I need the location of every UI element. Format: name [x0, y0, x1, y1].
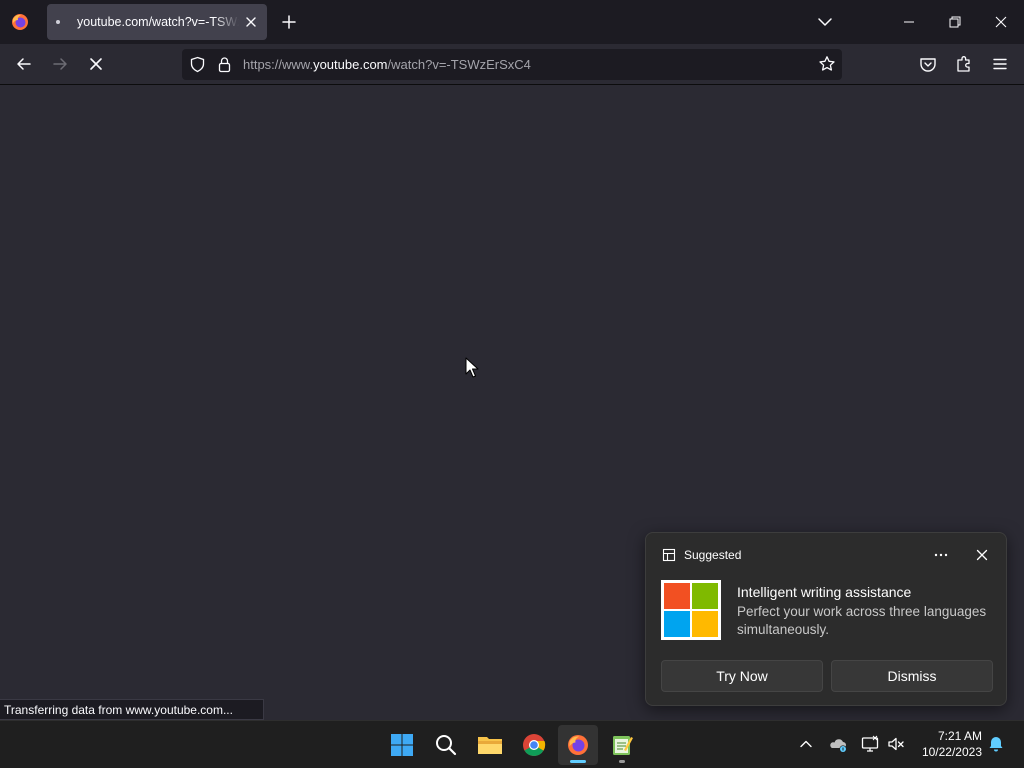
tracking-protection-shield-icon[interactable] — [189, 56, 206, 73]
close-window-icon[interactable] — [990, 12, 1012, 32]
search-icon — [436, 735, 457, 756]
firefox-menu-icon[interactable] — [10, 12, 30, 32]
notepad-icon — [613, 736, 633, 755]
url-path: /watch?v=-TSWzErSxC4 — [387, 57, 531, 72]
close-notification-icon[interactable] — [972, 545, 992, 565]
active-app-indicator — [570, 760, 586, 763]
mouse-cursor-icon — [465, 357, 479, 378]
notification-title: Intelligent writing assistance — [737, 584, 912, 600]
lock-icon[interactable] — [216, 56, 233, 73]
forward-icon[interactable] — [50, 54, 70, 74]
url-domain: youtube.com — [313, 57, 388, 72]
network-icon[interactable] — [860, 734, 880, 754]
tab-youtube[interactable]: youtube.com/watch?v=-TSWzErSxC4 — [47, 4, 267, 40]
address-bar[interactable]: https://www.youtube.com/watch?v=-TSWzErS… — [182, 49, 842, 80]
notepad-taskbar-button[interactable] — [602, 725, 642, 765]
notification-header: Suggested — [684, 548, 742, 562]
windows-start-icon — [391, 734, 413, 756]
notification-body: Perfect your work across three languages… — [737, 604, 987, 637]
folder-icon — [478, 737, 502, 754]
onedrive-icon[interactable] — [828, 734, 848, 754]
taskbar-search-button[interactable] — [426, 725, 466, 765]
firefox-taskbar-button[interactable] — [558, 725, 598, 765]
back-icon[interactable] — [14, 54, 34, 74]
minimize-icon[interactable] — [898, 12, 920, 32]
bookmark-star-icon[interactable] — [818, 55, 836, 73]
restore-icon[interactable] — [944, 12, 966, 32]
suggested-app-icon — [662, 548, 676, 562]
url-text[interactable]: https://www.youtube.com/watch?v=-TSWzErS… — [243, 57, 531, 72]
new-tab-icon[interactable] — [280, 13, 298, 31]
notification-bell-icon[interactable] — [987, 735, 1005, 753]
navigation-toolbar: https://www.youtube.com/watch?v=-TSWzErS… — [0, 44, 1024, 85]
chrome-icon — [523, 734, 546, 756]
notification-toast[interactable]: Suggested Intelligent writing assistance… — [645, 532, 1007, 706]
taskbar: 7:21 AM 10/22/2023 — [0, 720, 1024, 768]
clock-time: 7:21 AM — [937, 729, 982, 743]
file-explorer-button[interactable] — [470, 725, 510, 765]
microsoft-logo-icon — [661, 580, 721, 640]
tab-bar: youtube.com/watch?v=-TSWzErSxC4 — [0, 0, 1024, 44]
list-all-tabs-icon[interactable] — [816, 13, 834, 31]
url-prefix: https://www. — [243, 57, 314, 72]
tab-title: youtube.com/watch?v=-TSWzErSxC4 — [77, 15, 239, 29]
chrome-button[interactable] — [514, 725, 554, 765]
firefox-icon — [568, 735, 588, 755]
app-menu-hamburger-icon[interactable] — [990, 54, 1010, 74]
running-app-indicator — [619, 760, 625, 763]
volume-muted-icon[interactable] — [886, 734, 906, 754]
pocket-icon[interactable] — [918, 54, 938, 74]
extensions-puzzle-icon[interactable] — [954, 54, 974, 74]
try-now-button[interactable]: Try Now — [661, 660, 823, 692]
start-button[interactable] — [382, 725, 422, 765]
show-hidden-icons-chevron-icon[interactable] — [797, 735, 815, 753]
clock-date: 10/22/2023 — [921, 745, 982, 759]
tab-loading-indicator-icon — [56, 20, 60, 24]
stop-loading-icon[interactable] — [86, 54, 106, 74]
close-tab-icon[interactable] — [243, 14, 259, 30]
system-clock[interactable]: 7:21 AM 10/22/2023 — [912, 728, 982, 760]
status-bar: Transferring data from www.youtube.com..… — [0, 699, 264, 720]
more-options-icon[interactable] — [931, 545, 951, 565]
dismiss-button[interactable]: Dismiss — [831, 660, 993, 692]
